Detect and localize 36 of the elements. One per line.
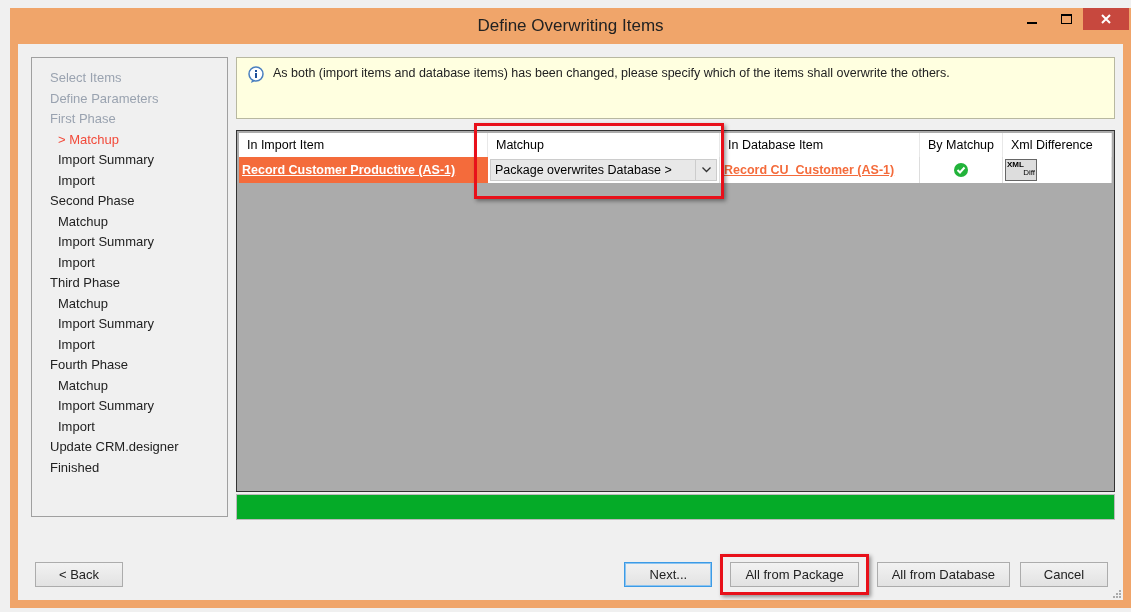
step-item: Third Phase — [50, 275, 122, 292]
matchup-dropdown[interactable]: Package overwrites Database > — [490, 159, 717, 181]
maximize-icon — [1060, 14, 1072, 24]
window-title: Define Overwriting Items — [477, 16, 664, 36]
step-item: Import — [57, 254, 96, 272]
step-item: Define Parameters — [50, 90, 160, 108]
step-item: Import — [57, 336, 96, 354]
step-item: Import Summary — [57, 234, 156, 251]
minimize-icon — [1027, 21, 1037, 24]
step-item: Import — [57, 418, 96, 436]
close-icon — [1101, 14, 1111, 24]
step-item: Import — [57, 172, 96, 190]
step-item: Select Items — [50, 70, 123, 87]
step-item: Fourth Phase — [50, 357, 130, 374]
dialog-button[interactable]: All from Database — [876, 562, 1010, 587]
step-item: Finished — [50, 459, 101, 477]
xml-diff-button[interactable]: XML Diff — [1005, 159, 1037, 181]
step-item: First Phase — [50, 111, 117, 128]
back-button[interactable]: < Back — [35, 562, 123, 587]
step-item: Matchup — [57, 377, 109, 395]
info-message: As both (import items and database items) has been changed, please specify which of the items shall overwrite the others. — [273, 66, 950, 80]
step-item: > Matchup — [57, 131, 121, 149]
resize-grip-icon — [1112, 589, 1121, 598]
step-item: Update CRM.designer — [50, 439, 180, 456]
chevron-down-icon — [701, 167, 711, 173]
step-item: Import Summary — [57, 398, 156, 415]
step-item: Import Summary — [57, 316, 156, 333]
dialog-button[interactable]: All from Package — [730, 562, 859, 587]
step-item: Matchup — [57, 295, 109, 313]
close-button[interactable] — [1083, 8, 1129, 30]
dialog-button[interactable]: Next... — [624, 562, 713, 587]
info-icon — [247, 66, 265, 84]
step-item: Matchup — [57, 213, 109, 231]
dialog-button[interactable]: Cancel — [1020, 562, 1108, 587]
step-item: Import Summary — [57, 152, 156, 169]
step-item: Second Phase — [50, 193, 136, 210]
